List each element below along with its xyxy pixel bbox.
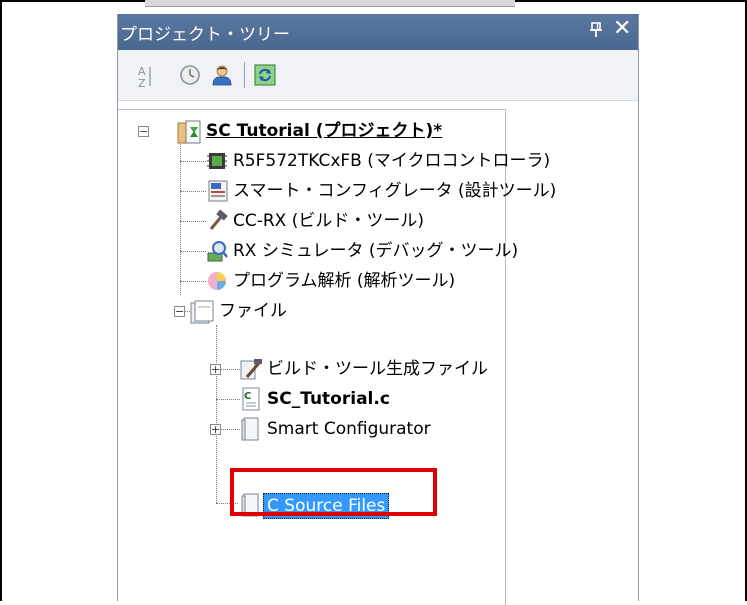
tree-line	[180, 161, 206, 162]
user-icon[interactable]	[211, 64, 232, 86]
files-label: ファイル	[219, 301, 287, 321]
smart-configurator-label: Smart Configurator	[267, 419, 431, 439]
debug-tool-label: RX シミュレータ (デバッグ・ツール)	[233, 241, 519, 261]
tree-line	[216, 399, 240, 400]
svg-text:C: C	[244, 391, 251, 402]
debug-tool-icon	[205, 239, 229, 263]
refresh-icon[interactable]	[254, 64, 276, 86]
tree-line	[180, 191, 206, 192]
svg-text:Z: Z	[138, 77, 146, 90]
folder-icon	[189, 299, 214, 324]
tree-line	[180, 221, 206, 222]
tree-line	[216, 325, 217, 503]
panel-toolbar: A Z	[118, 50, 638, 101]
main-c-label: SC_Tutorial.c	[267, 389, 390, 409]
design-tool-icon	[205, 179, 229, 203]
expand-smart-configurator-toggle[interactable]: +	[210, 424, 221, 435]
build-tool-label: CC-RX (ビルド・ツール)	[233, 211, 425, 231]
tree-line	[180, 281, 206, 282]
analysis-tool-label: プログラム解析 (解析ツール)	[233, 271, 456, 291]
project-label: SC Tutorial (プロジェクト)*	[206, 121, 443, 141]
collapse-files-toggle[interactable]: −	[174, 306, 185, 317]
toolbar-separator	[244, 62, 245, 88]
pie-chart-icon	[205, 269, 229, 293]
build-files-folder-icon	[239, 357, 263, 381]
folder-icon	[239, 417, 263, 441]
project-icon	[176, 119, 201, 144]
history-icon[interactable]	[179, 64, 200, 86]
sort-az-icon[interactable]: A Z	[135, 64, 155, 90]
c-file-icon: C	[239, 387, 263, 411]
expand-build-generated-toggle[interactable]: +	[210, 364, 221, 375]
hammer-icon	[205, 209, 229, 233]
close-icon[interactable]: ✕	[613, 18, 631, 40]
panel-title: プロジェクト・ツリー	[120, 25, 290, 45]
chip-icon	[205, 149, 229, 173]
panel-titlebar: プロジェクト・ツリー ✕	[118, 14, 638, 50]
highlight-box	[230, 468, 437, 516]
tree-line	[180, 251, 206, 252]
smart-config-tool-label: スマート・コンフィグレータ (設計ツール)	[233, 181, 557, 201]
collapse-project-toggle[interactable]: −	[138, 126, 149, 137]
previous-image-edge	[145, 0, 515, 7]
pin-icon[interactable]	[589, 22, 603, 42]
mcu-label: R5F572TKCxFB (マイクロコントローラ)	[233, 151, 551, 171]
project-tree: − − + + SC Tutorial (プロジェクト)* R5F572TKCx…	[118, 101, 638, 605]
table-border-left	[0, 0, 2, 601]
build-generated-label: ビルド・ツール生成ファイル	[267, 359, 488, 379]
